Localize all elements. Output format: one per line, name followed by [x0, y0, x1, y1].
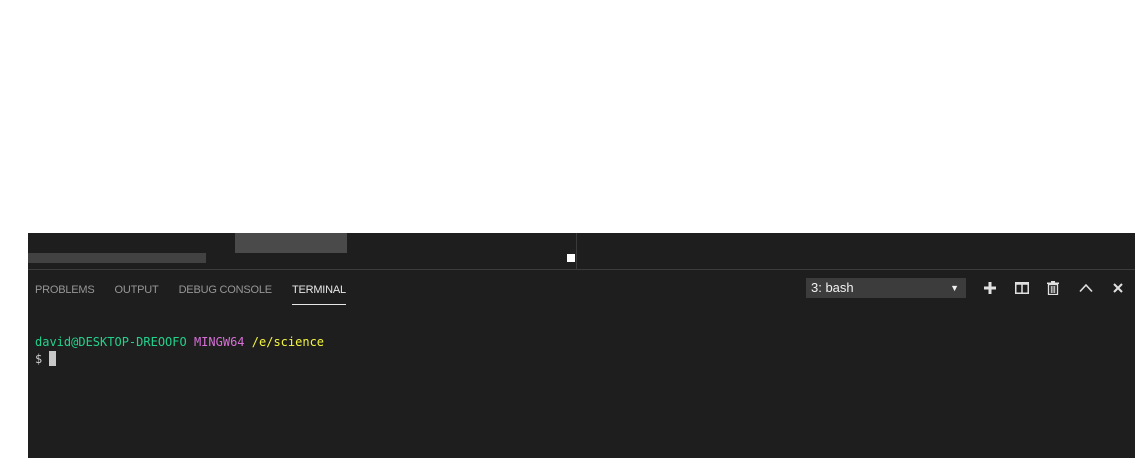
- editor-area: [28, 233, 1135, 269]
- terminal-cursor: [49, 351, 57, 366]
- tab-terminal[interactable]: TERMINAL: [291, 272, 346, 305]
- terminal-path: /e/science: [251, 335, 325, 349]
- editor-cursor-marker: [567, 254, 575, 262]
- split-icon[interactable]: [1013, 279, 1031, 297]
- dropdown-arrow-icon: ▼: [950, 283, 959, 293]
- tab-output[interactable]: OUTPUT: [115, 272, 159, 304]
- tab-debug-console[interactable]: DEBUG CONSOLE: [179, 272, 273, 304]
- terminal-prompt-symbol: $: [35, 352, 43, 366]
- terminal-system: MINGW64: [193, 335, 245, 349]
- bottom-panel: PROBLEMS OUTPUT DEBUG CONSOLE TERMINAL 3…: [28, 269, 1135, 458]
- panel-tabs: PROBLEMS OUTPUT DEBUG CONSOLE TERMINAL: [28, 270, 366, 306]
- editor-split-divider[interactable]: [576, 233, 577, 269]
- terminal-input-line: $: [35, 351, 324, 368]
- terminal-selector[interactable]: 3: bash ▼: [806, 278, 966, 298]
- horizontal-scrollbar[interactable]: [28, 253, 206, 263]
- close-icon[interactable]: [1109, 279, 1127, 297]
- tab-problems[interactable]: PROBLEMS: [35, 272, 95, 304]
- terminal-output[interactable]: david@DESKTOP-DREOOFO MINGW64 /e/science…: [35, 334, 324, 368]
- chevron-up-icon[interactable]: [1077, 279, 1095, 297]
- plus-icon[interactable]: [981, 279, 999, 297]
- scrollbar-thumb[interactable]: [235, 233, 347, 253]
- terminal-prompt-line: david@DESKTOP-DREOOFO MINGW64 /e/science: [35, 334, 324, 351]
- terminal-selector-value: 3: bash: [811, 280, 854, 295]
- terminal-user-host: david@DESKTOP-DREOOFO: [35, 335, 187, 349]
- trash-icon[interactable]: [1044, 279, 1062, 297]
